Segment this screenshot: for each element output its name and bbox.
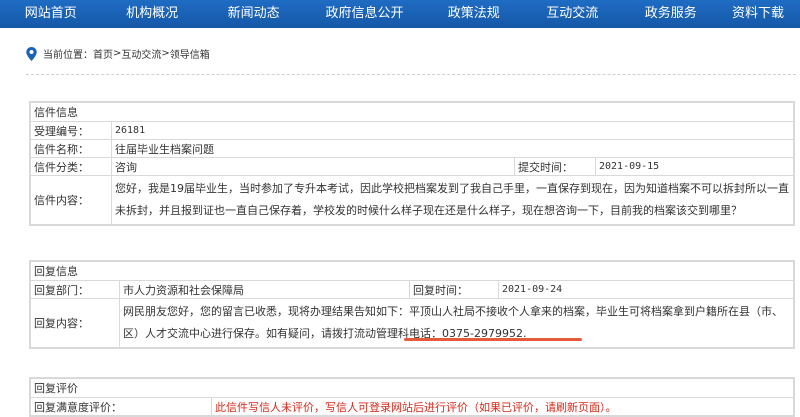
nav-item-policy[interactable]: 政策法规 xyxy=(425,0,524,28)
breadcrumb-prefix: 当前位置： xyxy=(43,50,93,61)
top-nav: 网站首页 机构概况 新闻动态 政府信息公开 政策法规 互动交流 政务服务 资料下… xyxy=(0,0,800,28)
evaluation-section-title: 回复评价 xyxy=(30,378,794,398)
letter-category-value: 咨询 xyxy=(111,157,515,176)
highlight-underline xyxy=(404,338,582,341)
nav-item-gov-info[interactable]: 政府信息公开 xyxy=(304,0,424,28)
satisfaction-label: 回复满意度评价： xyxy=(30,397,212,416)
letter-content-label: 信件内容： xyxy=(30,175,112,225)
letter-name-value: 往届毕业生档案问题 xyxy=(111,139,794,158)
breadcrumb-divider xyxy=(26,74,796,75)
reply-dept-value: 市人力资源和社会保障局 xyxy=(119,280,410,299)
letter-section-title: 信件信息 xyxy=(30,102,794,122)
nav-item-home[interactable]: 网站首页 xyxy=(0,0,101,28)
breadcrumb-interaction[interactable]: 互动交流 xyxy=(121,46,161,61)
letter-id-label: 受理编号： xyxy=(30,121,112,140)
letter-id-value: 26181 xyxy=(111,121,794,140)
letter-name-label: 信件名称： xyxy=(30,139,112,158)
breadcrumb-separator: > xyxy=(113,48,122,59)
letter-info-panel: 信件信息 受理编号： 26181 信件名称： 往届毕业生档案问题 信件分类： 咨… xyxy=(29,101,795,226)
letter-category-label: 信件分类： xyxy=(30,157,112,176)
breadcrumb-home[interactable]: 首页 xyxy=(93,46,113,61)
reply-time-value: 2021-09-24 xyxy=(498,280,794,299)
satisfaction-value: 此信件写信人未评价，写信人可登录网站后进行评价（如果已评价，请刷新页面）。 xyxy=(211,397,794,416)
reply-section-title: 回复信息 xyxy=(30,261,794,281)
nav-item-about[interactable]: 机构概况 xyxy=(101,0,202,28)
submit-time-label: 提交时间： xyxy=(514,157,596,176)
nav-item-downloads[interactable]: 资料下载 xyxy=(720,0,800,28)
location-pin-icon xyxy=(26,46,37,61)
submit-time-value: 2021-09-15 xyxy=(595,157,794,176)
evaluation-panel: 回复评价 回复满意度评价： 此信件写信人未评价，写信人可登录网站后进行评价（如果… xyxy=(29,377,795,417)
reply-time-label: 回复时间： xyxy=(409,280,499,299)
reply-dept-label: 回复部门： xyxy=(30,280,120,299)
nav-item-services[interactable]: 政务服务 xyxy=(622,0,721,28)
nav-item-interaction[interactable]: 互动交流 xyxy=(523,0,622,28)
breadcrumb: 当前位置： 首页 > 互动交流 > 领导信箱 xyxy=(26,46,210,61)
breadcrumb-separator: > xyxy=(161,48,170,59)
breadcrumb-mailbox: 领导信箱 xyxy=(169,50,210,61)
reply-content-label: 回复内容： xyxy=(30,298,120,348)
reply-info-panel: 回复信息 回复部门： 市人力资源和社会保障局 回复时间： 2021-09-24 … xyxy=(29,260,795,349)
nav-item-news[interactable]: 新闻动态 xyxy=(203,0,304,28)
letter-content-value: 您好，我是19届毕业生，当时参加了专升本考试，因此学校把档案发到了我自己手里，一… xyxy=(111,175,794,225)
